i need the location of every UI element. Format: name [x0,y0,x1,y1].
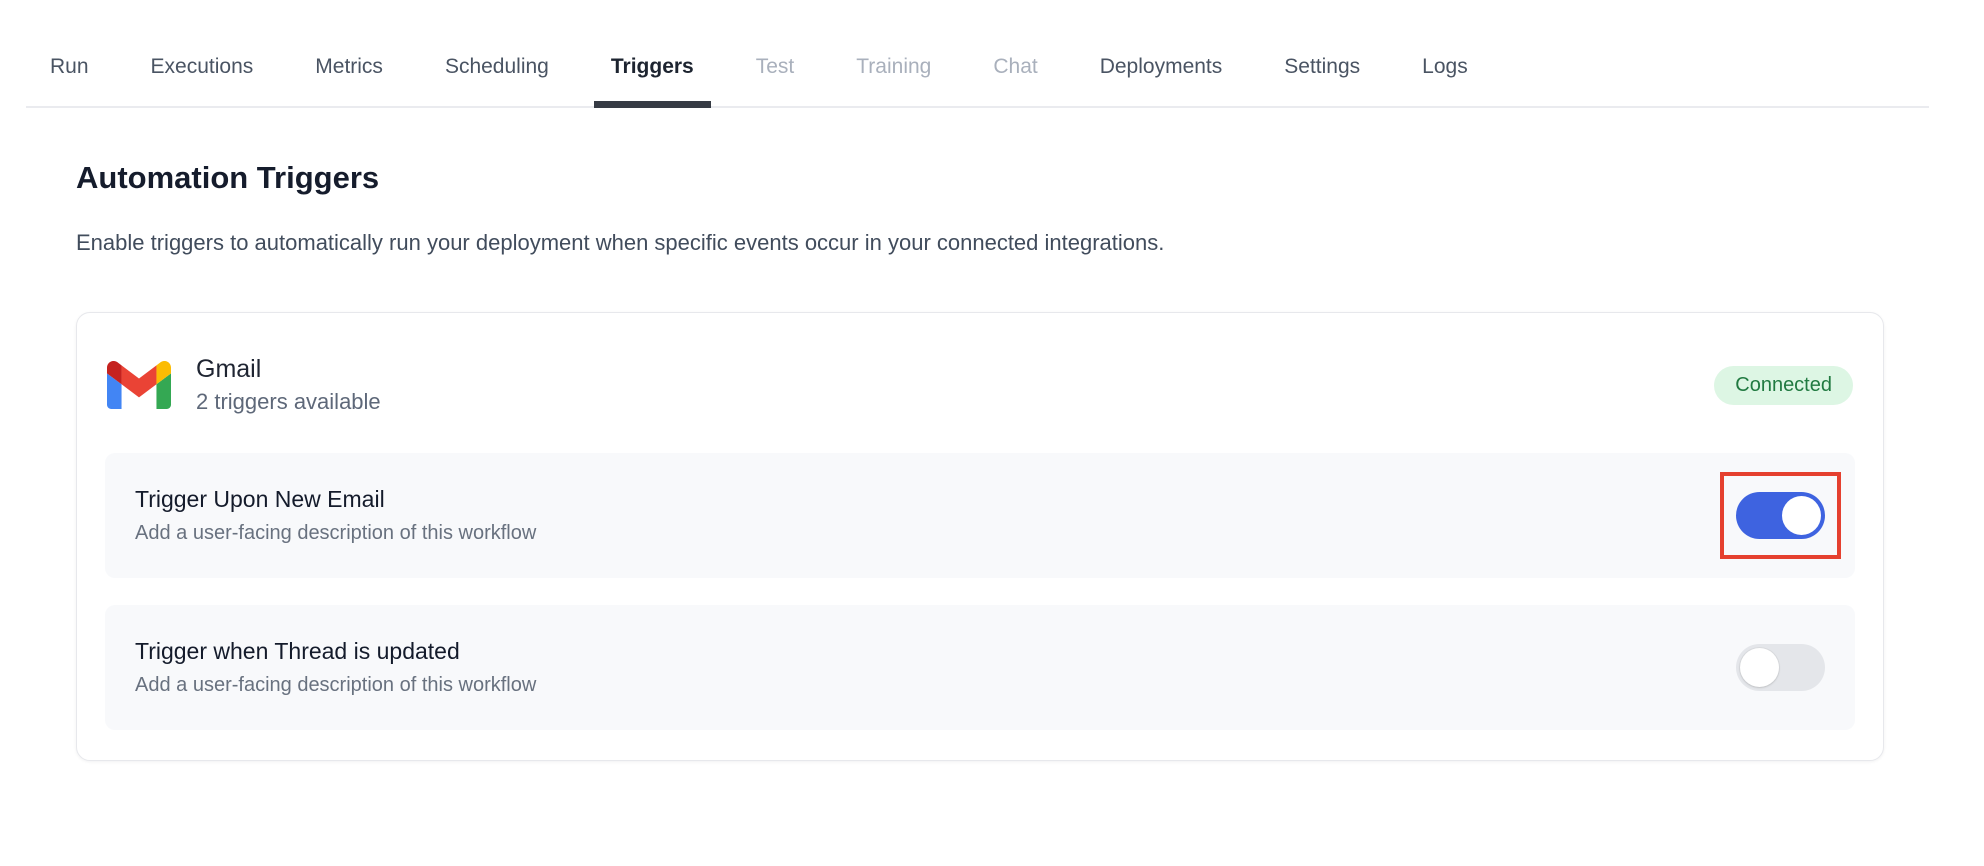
status-badge: Connected [1714,366,1853,405]
tab-bar: Run Executions Metrics Scheduling Trigge… [26,0,1929,108]
tab-metrics[interactable]: Metrics [315,28,383,106]
trigger-text: Trigger when Thread is updated Add a use… [135,638,536,697]
page-title: Automation Triggers [76,160,1884,196]
gmail-icon [107,361,171,409]
trigger-row-thread-updated: Trigger when Thread is updated Add a use… [105,605,1855,730]
annotation-highlight-box [1720,472,1841,559]
tab-run[interactable]: Run [50,28,89,106]
trigger-description: Add a user-facing description of this wo… [135,522,536,545]
integration-card-header: Gmail 2 triggers available Connected [105,355,1855,415]
trigger-toggle-thread-updated[interactable] [1736,644,1825,691]
integration-name: Gmail [196,355,381,384]
toggle-knob [1782,496,1821,535]
tab-executions[interactable]: Executions [151,28,254,106]
tab-scheduling[interactable]: Scheduling [445,28,549,106]
integration-triggers-count: 2 triggers available [196,389,381,415]
page-description: Enable triggers to automatically run you… [76,230,1884,256]
trigger-toggle-new-email[interactable] [1736,492,1825,539]
integration-identity: Gmail 2 triggers available [107,355,381,415]
trigger-title: Trigger Upon New Email [135,486,536,513]
trigger-text: Trigger Upon New Email Add a user-facing… [135,486,536,545]
tab-test[interactable]: Test [756,28,795,106]
main-content: Automation Triggers Enable triggers to a… [76,160,1884,761]
tab-triggers[interactable]: Triggers [611,28,694,106]
toggle-knob [1740,648,1779,687]
tab-logs[interactable]: Logs [1422,28,1468,106]
integration-titles: Gmail 2 triggers available [196,355,381,415]
tab-chat[interactable]: Chat [993,28,1037,106]
integration-card: Gmail 2 triggers available Connected Tri… [76,312,1884,761]
trigger-description: Add a user-facing description of this wo… [135,674,536,697]
tab-training[interactable]: Training [856,28,931,106]
trigger-row-new-email: Trigger Upon New Email Add a user-facing… [105,453,1855,578]
tab-settings[interactable]: Settings [1284,28,1360,106]
trigger-title: Trigger when Thread is updated [135,638,536,665]
tab-deployments[interactable]: Deployments [1100,28,1223,106]
